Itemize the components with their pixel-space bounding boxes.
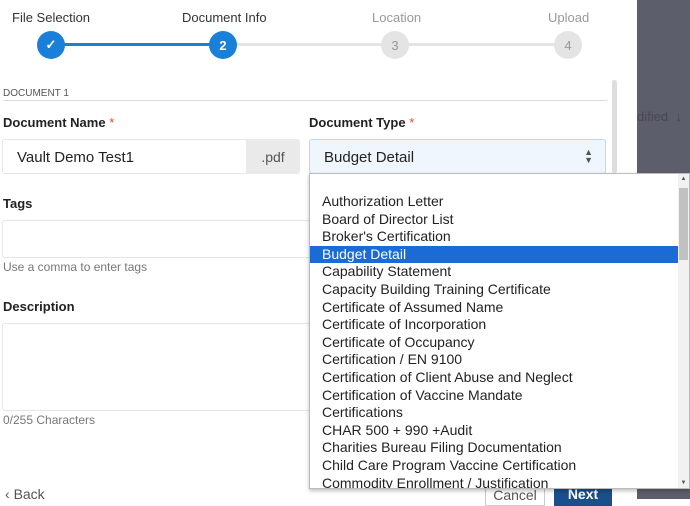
dropdown-option[interactable]: Board of Director List: [310, 211, 679, 229]
dropdown-option[interactable]: CHAR 500 + 990 +Audit: [310, 422, 679, 440]
tags-label: Tags: [3, 196, 33, 211]
document-type-label-text: Document Type: [309, 115, 406, 130]
document-name-input[interactable]: Vault Demo Test1: [2, 139, 247, 174]
file-extension: .pdf: [246, 139, 300, 174]
section-title: DOCUMENT 1: [3, 88, 69, 99]
tags-hint: Use a comma to enter tags: [3, 260, 148, 274]
modified-column-header: dified ↓: [637, 109, 682, 124]
description-counter: 0/255 Characters: [3, 413, 96, 427]
document-name-label: Document Name *: [3, 115, 114, 130]
document-type-dropdown[interactable]: Authorization Letter Board of Director Li…: [309, 173, 690, 489]
select-sort-arrows-icon: ▲ ▼: [584, 147, 593, 165]
scroll-down-icon[interactable]: ▼: [678, 480, 689, 486]
dropdown-option[interactable]: Certification of Vaccine Mandate: [310, 387, 679, 405]
section-divider: [3, 100, 607, 101]
step-4-circle: 4: [554, 31, 582, 59]
dropdown-option[interactable]: Commodity Enrollment / Justification: [310, 475, 679, 489]
step-label-upload: Upload: [548, 10, 590, 25]
description-label: Description: [3, 299, 75, 314]
dropdown-option[interactable]: Capability Statement: [310, 263, 679, 281]
description-textarea[interactable]: [2, 323, 312, 411]
dropdown-option[interactable]: Certification / EN 9100: [310, 351, 679, 369]
step-3-circle: 3: [381, 31, 409, 59]
dropdown-option[interactable]: Capacity Building Training Certificate: [310, 281, 679, 299]
dropdown-option[interactable]: Broker's Certification: [310, 228, 679, 246]
required-marker: *: [409, 115, 415, 130]
dropdown-option[interactable]: Certificate of Occupancy: [310, 334, 679, 352]
document-type-select[interactable]: Budget Detail ▲ ▼: [309, 139, 606, 174]
sort-arrow-icon: ↓: [675, 109, 682, 124]
document-name-label-text: Document Name: [3, 115, 106, 130]
step-label-file-selection: File Selection: [12, 10, 91, 25]
step-2-circle: 2: [209, 31, 237, 59]
column-header-text: dified: [637, 109, 669, 124]
required-marker: *: [109, 115, 115, 130]
dropdown-option[interactable]: Certification of Client Abuse and Neglec…: [310, 369, 679, 387]
dropdown-option[interactable]: Certifications: [310, 404, 679, 422]
scrollbar-thumb[interactable]: [679, 188, 688, 260]
dropdown-option[interactable]: Certificate of Assumed Name: [310, 299, 679, 317]
step-1-check-icon: ✓: [37, 31, 65, 59]
step-label-document-info: Document Info: [182, 10, 267, 25]
document-type-value: Budget Detail: [324, 149, 415, 166]
step-label-location: Location: [372, 10, 422, 25]
back-label: Back: [13, 486, 45, 502]
panel-scrollbar[interactable]: [612, 80, 617, 173]
progress-line-complete: [50, 43, 225, 46]
scroll-up-icon[interactable]: ▲: [678, 176, 689, 182]
dropdown-option[interactable]: Child Care Program Vaccine Certification: [310, 457, 679, 475]
document-type-label: Document Type *: [309, 115, 414, 130]
dropdown-option[interactable]: Charities Bureau Filing Documentation: [310, 439, 679, 457]
dropdown-option[interactable]: Budget Detail: [310, 245, 679, 264]
back-button[interactable]: ‹ Back: [5, 486, 45, 502]
chevron-left-icon: ‹: [5, 486, 10, 502]
dropdown-option[interactable]: Authorization Letter: [310, 193, 679, 211]
tags-input[interactable]: [2, 220, 312, 258]
dropdown-scrollbar[interactable]: ▲ ▼: [678, 174, 689, 488]
dropdown-option[interactable]: Certificate of Incorporation: [310, 316, 679, 334]
dropdown-options: Authorization Letter Board of Director Li…: [310, 193, 679, 489]
